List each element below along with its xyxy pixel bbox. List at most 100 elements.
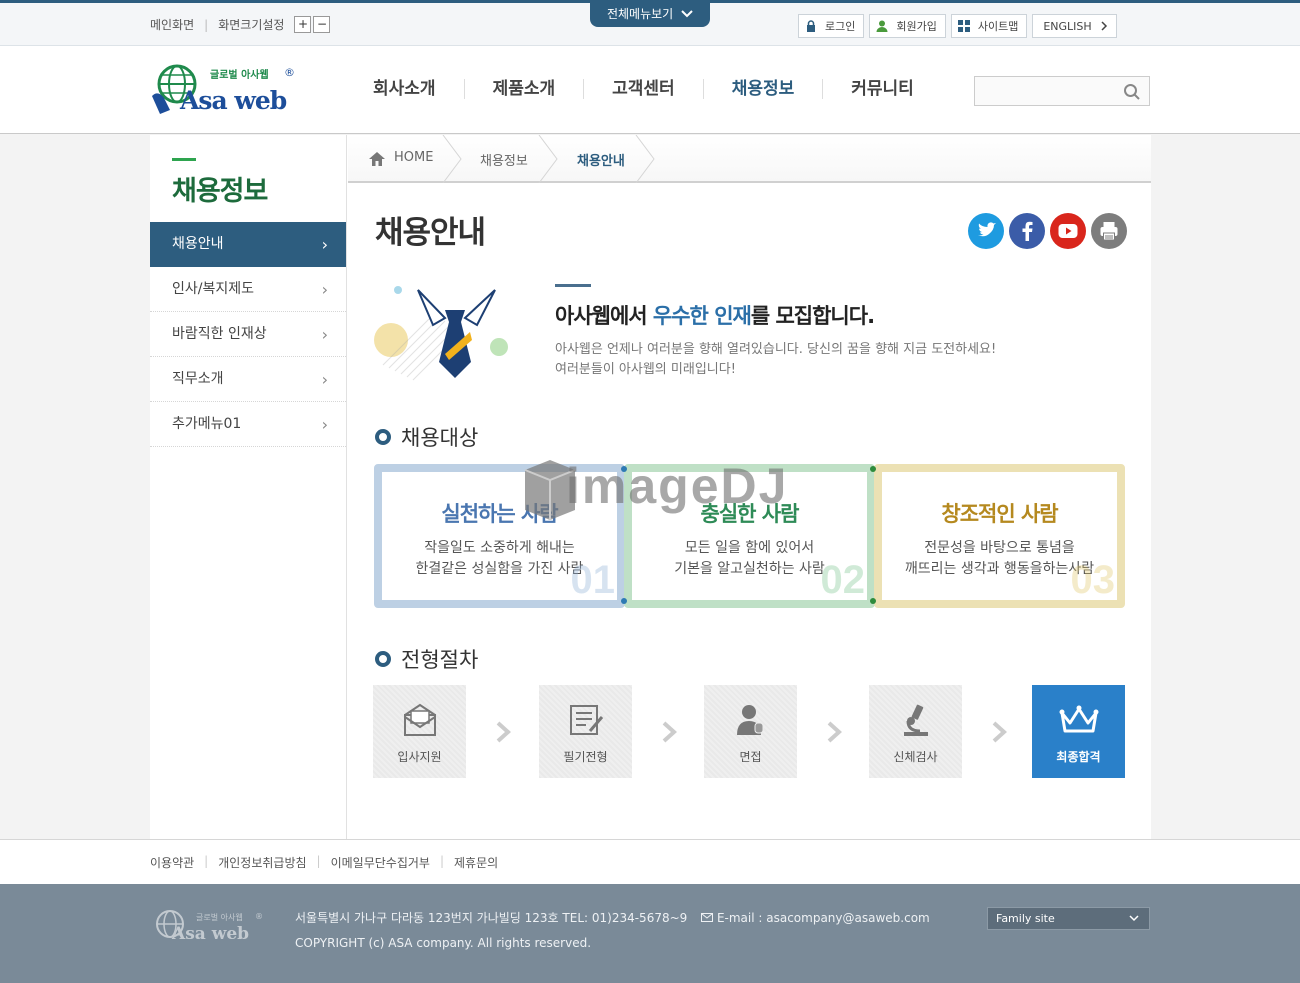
target-card-number: 03 — [1070, 558, 1116, 602]
arrow-right-icon — [496, 721, 511, 743]
login-button[interactable]: 로그인 — [798, 14, 865, 38]
section-bullet-icon — [375, 651, 391, 667]
process-step-label: 필기전형 — [563, 750, 608, 764]
target-card-line: 작을일도 소중하게 해내는 — [424, 540, 575, 556]
facebook-icon[interactable] — [1009, 213, 1045, 249]
logo-main-text: Asa web — [180, 86, 287, 115]
target-card-line: 전문성을 바탕으로 통념을 — [924, 540, 1075, 556]
lock-icon — [807, 20, 815, 32]
side-nav-item-recruit-guide[interactable]: 채용안내 › — [150, 222, 346, 267]
card-joint-dot — [621, 598, 627, 604]
join-button[interactable]: 회원가입 — [869, 14, 946, 38]
user-icon — [876, 20, 888, 32]
zoom-in-button[interactable]: + — [294, 16, 312, 33]
side-nav-item-label: 인사/복지제도 — [172, 281, 254, 297]
process-step-medical: 신체검사 — [869, 685, 962, 778]
gnb-item-products[interactable]: 제품소개 — [463, 79, 584, 99]
footer-link-privacy[interactable]: 개인정보취급방침 — [218, 854, 306, 871]
divider: | — [439, 854, 445, 868]
home-link[interactable]: 메인화면 — [150, 16, 194, 33]
envelope-icon — [403, 703, 436, 736]
breadcrumb: HOME 채용정보 채용안내 — [348, 135, 1151, 183]
section-title-text: 채용대상 — [401, 426, 479, 450]
twitter-icon[interactable] — [968, 213, 1004, 249]
intro-description: 아사웹은 언제나 여러분을 향해 열려있습니다. 당신의 꿈을 향해 지금 도전… — [555, 340, 996, 380]
footer-logo-registered-mark: ® — [255, 912, 263, 921]
zoom-out-button[interactable]: − — [313, 16, 331, 33]
global-nav: 회사소개 제품소개 고객센터 채용정보 커뮤니티 — [373, 79, 942, 99]
chevron-right-icon: › — [321, 235, 328, 254]
target-card-faithful: 충실한 사람 모든 일을 함에 있어서 기본을 알고실천하는 사람 02 — [624, 464, 875, 608]
search-icon[interactable] — [1123, 83, 1141, 101]
side-nav-item-welfare[interactable]: 인사/복지제도 › — [150, 267, 346, 312]
card-joint-dot — [870, 466, 876, 472]
breadcrumb-level1[interactable]: 채용정보 — [480, 150, 528, 169]
home-icon[interactable] — [368, 151, 386, 167]
gnb-item-company[interactable]: 회사소개 — [373, 79, 464, 99]
footer-address: 서울특별시 가나구 다라동 123번지 가나빌딩 123호 TEL: 01)23… — [295, 911, 688, 925]
footer-copyright: COPYRIGHT (c) ASA company. All rights re… — [295, 936, 592, 950]
english-button[interactable]: ENGLISH — [1032, 14, 1117, 38]
side-nav-item-ideal-talent[interactable]: 바람직한 인재상 › — [150, 312, 346, 357]
footer-address-line: 서울특별시 가나구 다라동 123번지 가나빌딩 123호 TEL: 01)23… — [295, 906, 930, 931]
target-card-practice: 실천하는 사람 작을일도 소중하게 해내는 한결같은 성실함을 가진 사람 01 — [374, 464, 625, 608]
content-area: HOME 채용정보 채용안내 채용안내 아사웹에서 우수한 인재를 모집합니다.… — [348, 135, 1151, 839]
process-step-label: 입사지원 — [397, 750, 442, 764]
footer-logo-main-text: Asa web — [172, 924, 250, 944]
target-card-creative: 창조적인 사람 전문성을 바탕으로 통념을 깨뜨리는 생각과 행동을하는사람 0… — [874, 464, 1125, 608]
mail-icon — [701, 913, 714, 922]
side-nav-title: 채용정보 — [172, 176, 268, 207]
side-nav-item-jobs[interactable]: 직무소개 › — [150, 357, 346, 402]
chevron-right-icon: › — [321, 280, 328, 299]
process-step-label: 최종합격 — [1056, 750, 1101, 764]
arrow-right-icon — [827, 721, 842, 743]
target-card-title: 창조적인 사람 — [941, 502, 1058, 526]
side-nav: 채용정보 채용안내 › 인사/복지제도 › 바람직한 인재상 › 직무소개 › … — [150, 135, 347, 839]
gnb-item-careers[interactable]: 채용정보 — [702, 79, 823, 99]
process-step-final: 최종합격 — [1032, 685, 1125, 778]
target-cards: 실천하는 사람 작을일도 소중하게 해내는 한결같은 성실함을 가진 사람 01… — [374, 464, 1125, 608]
family-site-label: Family site — [996, 912, 1055, 925]
utility-right: 로그인 회원가입 사이트맵 ENGLISH — [798, 14, 1117, 38]
search-input[interactable] — [974, 76, 1150, 106]
print-icon[interactable] — [1091, 213, 1127, 249]
intro-headline-highlight: 우수한 인재 — [652, 304, 752, 328]
logo-registered-mark: ® — [284, 66, 295, 79]
side-nav-item-label: 채용안내 — [172, 236, 224, 252]
sitemap-button[interactable]: 사이트맵 — [950, 14, 1028, 38]
site-logo[interactable]: 글로벌 아사웹 Asa web ® — [150, 62, 300, 118]
english-label: ENGLISH — [1043, 19, 1092, 33]
breadcrumb-home[interactable]: HOME — [394, 150, 433, 165]
process-steps: 입사지원 필기전형 면접 신체검사 최종합격 — [373, 685, 1125, 778]
all-menu-label: 전체메뉴보기 — [606, 7, 674, 21]
top-utility-bar: 메인화면 | 화면크기설정 + − 전체메뉴보기 로그인 회원가입 사이트맵 EN… — [0, 0, 1300, 46]
process-step-label: 신체검사 — [893, 750, 938, 764]
side-nav-list: 채용안내 › 인사/복지제도 › 바람직한 인재상 › 직무소개 › 추가메뉴0… — [150, 222, 346, 447]
intro-headline-pre: 아사웹에서 — [555, 304, 653, 328]
footer-address-block: 서울특별시 가나구 다라동 123번지 가나빌딩 123호 TEL: 01)23… — [295, 906, 930, 956]
footer-link-terms[interactable]: 이용약관 — [150, 854, 194, 871]
all-menu-button[interactable]: 전체메뉴보기 — [590, 3, 710, 27]
site-header: 글로벌 아사웹 Asa web ® 회사소개 제품소개 고객센터 채용정보 커뮤… — [0, 46, 1300, 134]
side-nav-item-extra[interactable]: 추가메뉴01 › — [150, 402, 346, 447]
card-joint-dot — [621, 466, 627, 472]
intro-desc-line: 여러분들이 아사웹의 미래입니다! — [555, 362, 736, 377]
login-label: 로그인 — [825, 20, 856, 33]
chevron-down-icon — [681, 10, 693, 18]
arrow-right-icon — [992, 721, 1007, 743]
chevron-right-icon: › — [321, 415, 328, 434]
youtube-icon[interactable] — [1050, 213, 1086, 249]
gnb-item-community[interactable]: 커뮤니티 — [822, 79, 942, 99]
breadcrumb-separator — [538, 135, 558, 183]
side-nav-item-label: 직무소개 — [172, 371, 224, 387]
side-nav-title-bar — [172, 158, 196, 161]
document-pen-icon — [569, 705, 603, 735]
logo-top-text: 글로벌 아사웹 — [210, 70, 269, 81]
gnb-item-support[interactable]: 고객센터 — [583, 79, 703, 99]
divider: | — [204, 17, 209, 32]
divider: | — [204, 854, 209, 868]
footer-link-no-email[interactable]: 이메일무단수집거부 — [331, 854, 430, 871]
footer-link-partnership[interactable]: 제휴문의 — [454, 854, 498, 871]
divider: | — [316, 854, 321, 868]
family-site-select[interactable]: Family site — [987, 907, 1150, 930]
